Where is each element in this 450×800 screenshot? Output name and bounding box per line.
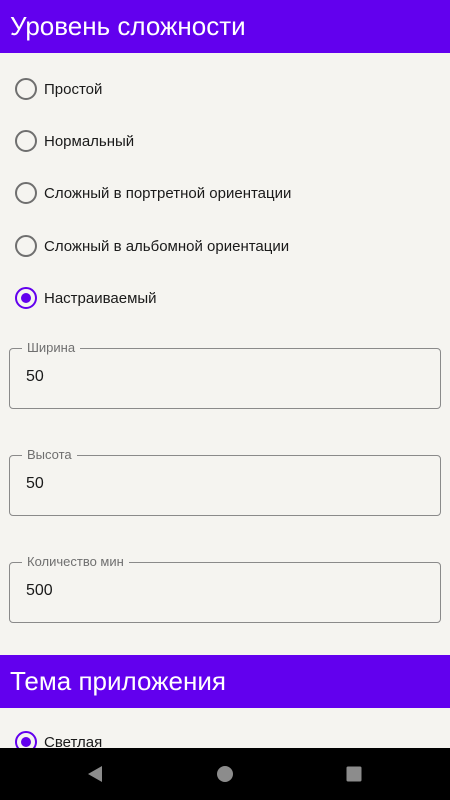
height-field-label: Высота bbox=[22, 447, 77, 463]
system-navigation-bar bbox=[0, 748, 450, 800]
difficulty-section-header: Уровень сложности bbox=[0, 0, 450, 53]
mines-count-input[interactable] bbox=[26, 582, 406, 600]
radio-option-normal[interactable]: Нормальный bbox=[15, 129, 134, 153]
height-field[interactable]: Высота bbox=[9, 447, 441, 516]
radio-button-custom[interactable] bbox=[15, 287, 37, 309]
height-input[interactable] bbox=[26, 475, 406, 493]
width-input[interactable] bbox=[26, 368, 406, 386]
radio-label-simple: Простой bbox=[44, 80, 103, 98]
radio-label-custom: Настраиваемый bbox=[44, 289, 157, 307]
radio-option-hard-portrait[interactable]: Сложный в портретной ориентации bbox=[15, 181, 291, 205]
radio-option-hard-landscape[interactable]: Сложный в альбомной ориентации bbox=[15, 234, 289, 258]
width-field[interactable]: Ширина bbox=[9, 340, 441, 409]
radio-button-simple[interactable] bbox=[15, 78, 37, 100]
radio-label-hard-landscape: Сложный в альбомной ориентации bbox=[44, 237, 290, 255]
home-circle-icon[interactable] bbox=[213, 762, 237, 786]
radio-button-normal[interactable] bbox=[15, 130, 37, 152]
radio-option-simple[interactable]: Простой bbox=[15, 77, 102, 101]
radio-label-normal: Нормальный bbox=[44, 132, 135, 150]
mines-count-field[interactable]: Количество мин bbox=[9, 554, 441, 623]
radio-button-hard-landscape[interactable] bbox=[15, 235, 37, 257]
radio-option-custom[interactable]: Настраиваемый bbox=[15, 286, 157, 310]
radio-button-hard-portrait[interactable] bbox=[15, 182, 37, 204]
radio-label-hard-portrait: Сложный в портретной ориентации bbox=[44, 184, 292, 202]
settings-screen: Уровень сложности Простой Нормальный Сло… bbox=[0, 0, 450, 800]
width-field-label: Ширина bbox=[22, 340, 81, 356]
theme-section-header: Тема приложения bbox=[0, 655, 450, 708]
recents-square-icon[interactable] bbox=[342, 762, 366, 786]
mines-count-field-label: Количество мин bbox=[22, 554, 129, 570]
back-triangle-icon[interactable] bbox=[83, 762, 107, 786]
